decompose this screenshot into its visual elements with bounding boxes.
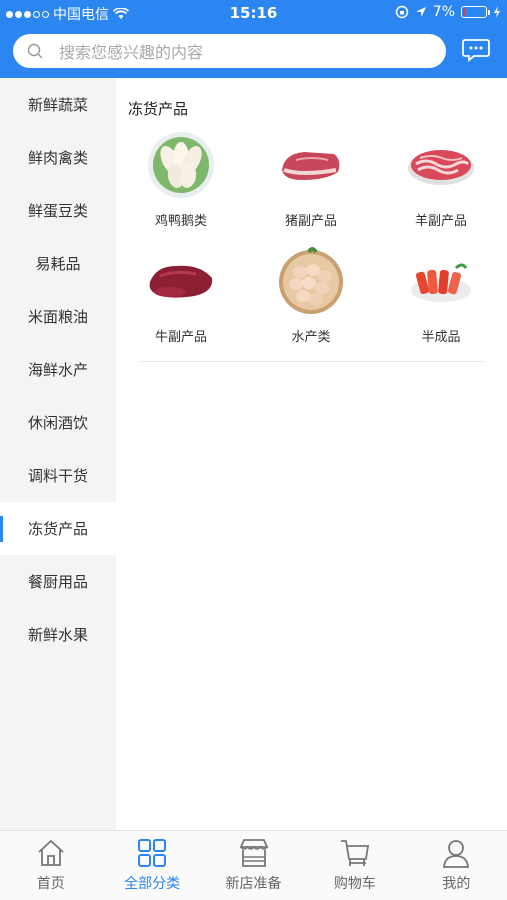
status-bar: 中国电信 15:16 7% [0, 0, 507, 26]
tab-label: 全部分类 [124, 876, 181, 892]
tab-cart[interactable]: 购物车 [304, 831, 405, 900]
category-content: 冻货产品 鸡鸭鹅类 猪副产品 羊副产品 牛副产品 水产类 半成品 [116, 78, 507, 830]
sidebar-item-vegetables[interactable]: 新鲜蔬菜 [0, 78, 116, 131]
sidebar-item-seafood[interactable]: 海鲜水产 [0, 343, 116, 396]
top-header: 中国电信 15:16 7% 搜索您感兴趣的内容 [0, 0, 507, 78]
store-icon [239, 839, 268, 867]
tab-label: 首页 [36, 876, 65, 892]
battery-icon [461, 6, 490, 18]
product-label: 半成品 [421, 330, 461, 345]
location-icon [415, 7, 426, 17]
category-sidebar: 新鲜蔬菜 鲜肉禽类 鲜蛋豆类 易耗品 米面粮油 海鲜水产 休闲酒饮 调料干货 冻… [0, 78, 116, 830]
search-icon [27, 43, 43, 59]
search-input[interactable]: 搜索您感兴趣的内容 [13, 34, 446, 68]
home-icon [38, 839, 64, 866]
semi-finished-image [411, 263, 471, 302]
pork-image [282, 152, 340, 180]
status-right: 7% [395, 4, 501, 20]
tab-label: 我的 [442, 876, 471, 892]
message-icon[interactable] [462, 38, 490, 62]
product-label: 猪副产品 [284, 214, 337, 229]
mutton-image [408, 150, 474, 185]
product-item[interactable]: 猪副产品 [246, 130, 376, 242]
rotation-lock-icon [395, 5, 409, 19]
tab-new-store[interactable]: 新店准备 [203, 831, 304, 900]
product-item[interactable]: 羊副产品 [376, 130, 506, 242]
product-label: 牛副产品 [154, 330, 207, 345]
eggs-image [279, 247, 343, 314]
tab-all-categories[interactable]: 全部分类 [101, 831, 202, 900]
poultry-image [148, 132, 214, 198]
sidebar-item-grain-oil[interactable]: 米面粮油 [0, 290, 116, 343]
sidebar-item-meat-poultry[interactable]: 鲜肉禽类 [0, 131, 116, 184]
bottom-tabbar: 首页 全部分类 新店准备 购物车 我的 [0, 830, 507, 900]
grid-icon [138, 839, 167, 867]
product-label: 水产类 [291, 330, 331, 345]
product-item[interactable]: 牛副产品 [116, 246, 246, 358]
sidebar-item-frozen[interactable]: 冻货产品 [0, 502, 116, 555]
search-placeholder: 搜索您感兴趣的内容 [59, 43, 204, 62]
beef-image [149, 265, 213, 298]
tab-mine[interactable]: 我的 [406, 831, 507, 900]
product-item[interactable]: 半成品 [376, 246, 506, 358]
product-item[interactable]: 鸡鸭鹅类 [116, 130, 246, 242]
section-divider [140, 361, 484, 362]
sidebar-item-eggs-beans[interactable]: 鲜蛋豆类 [0, 184, 116, 237]
sidebar-item-snacks-drinks[interactable]: 休闲酒饮 [0, 396, 116, 449]
product-label: 羊副产品 [414, 214, 467, 229]
sidebar-item-fruit[interactable]: 新鲜水果 [0, 608, 116, 661]
category-title: 冻货产品 [128, 100, 189, 118]
tab-label: 购物车 [333, 876, 376, 892]
tab-label: 新店准备 [225, 876, 282, 892]
product-item[interactable]: 水产类 [246, 246, 376, 358]
battery-percent: 7% [432, 4, 455, 20]
user-icon [443, 840, 470, 868]
product-label: 鸡鸭鹅类 [154, 214, 207, 229]
sidebar-item-seasonings[interactable]: 调料干货 [0, 449, 116, 502]
charging-icon [494, 6, 500, 18]
cart-icon [340, 840, 369, 866]
sidebar-item-kitchenware[interactable]: 餐厨用品 [0, 555, 116, 608]
tab-home[interactable]: 首页 [0, 831, 101, 900]
sidebar-item-consumables[interactable]: 易耗品 [0, 237, 116, 290]
